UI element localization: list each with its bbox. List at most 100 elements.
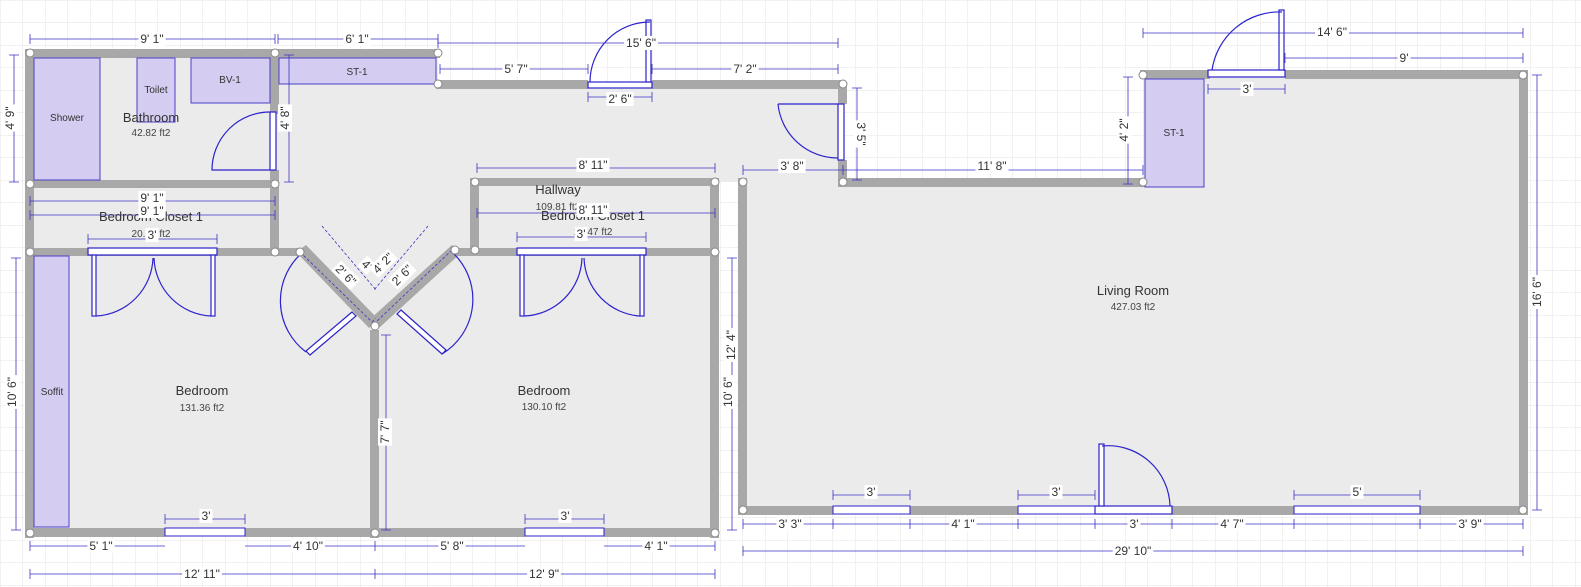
dimension-label: 7' 7" (378, 420, 392, 443)
corner-node[interactable] (25, 48, 35, 58)
corner-node[interactable] (470, 245, 480, 255)
wall (738, 178, 747, 515)
dimension-label: 3' (577, 227, 586, 241)
wall (470, 178, 719, 186)
dimension-label: 4' 8" (278, 106, 292, 129)
room-name-hallway: Hallway (535, 182, 581, 197)
window[interactable] (1017, 505, 1096, 515)
dimension-label: 4' 9" (3, 106, 17, 129)
room-name-living-room: Living Room (1097, 283, 1169, 298)
dimension-label: 3' 9" (1458, 517, 1481, 531)
dimension-label: 3' (561, 509, 570, 523)
corner-node[interactable] (710, 247, 720, 257)
wall (710, 178, 719, 538)
corner-node[interactable] (1138, 177, 1148, 187)
corner-node[interactable] (270, 179, 280, 189)
window[interactable] (164, 527, 246, 537)
toilet-label: Toilet (144, 85, 168, 96)
corner-node[interactable] (25, 179, 35, 189)
wall (604, 528, 719, 537)
wall (1420, 506, 1528, 515)
wall (275, 49, 440, 58)
dimension-label: 10' 6" (721, 377, 735, 407)
dimension-label: 8' 11" (578, 203, 607, 217)
dimension-label: 12' 4" (724, 330, 738, 360)
dimension-label: 4' 1" (644, 539, 667, 553)
dimension-label: 3' (202, 509, 211, 523)
dimension-label: 3' (1052, 485, 1061, 499)
wall (270, 49, 279, 114)
storage-hall-label: ST-1 (346, 67, 368, 78)
wall (652, 80, 843, 89)
door-leaf (269, 111, 277, 171)
door-leaf (1207, 69, 1286, 78)
corner-node[interactable] (710, 528, 720, 538)
dimension-label: 5' 1" (89, 539, 112, 553)
corner-node[interactable] (270, 48, 280, 58)
dimension-label: 29' 10" (1115, 544, 1152, 558)
wall (1519, 70, 1528, 515)
dimension-label: 15' 6" (626, 36, 656, 50)
door-frame (87, 247, 218, 256)
corner-node[interactable] (25, 247, 35, 257)
dimension-label: 4' 2" (1117, 118, 1131, 141)
corner-node[interactable] (370, 321, 380, 331)
room-name-bedroom-right: Bedroom (518, 383, 571, 398)
door-panel (1098, 443, 1105, 507)
door-frame (516, 247, 647, 256)
corner-node[interactable] (838, 79, 848, 89)
dimension-label: 4' 10" (293, 539, 323, 553)
dimension-label: 14' 6" (1317, 25, 1347, 39)
room-area-bedroom-right: 130.10 ft2 (522, 402, 567, 413)
storage-living-label: ST-1 (1163, 128, 1185, 139)
corner-node[interactable] (25, 528, 35, 538)
wall (1172, 506, 1294, 515)
wall (470, 178, 479, 256)
floors (30, 53, 1523, 533)
corner-node[interactable] (450, 245, 460, 255)
room-area-bedroom-left: 131.36 ft2 (180, 403, 225, 414)
wall (1285, 70, 1528, 79)
corner-node[interactable] (1518, 505, 1528, 515)
room-name-bathroom: Bathroom (123, 110, 179, 125)
dimension-label: 3' (1243, 82, 1252, 96)
room-name-bedroom-left: Bedroom (176, 383, 229, 398)
corner-node[interactable] (433, 79, 443, 89)
dimension-label: 5' (1353, 485, 1362, 499)
window[interactable] (1293, 505, 1421, 515)
door-leaf (587, 81, 653, 89)
floor-plan-canvas[interactable]: Shower Toilet BV-1 ST-1 ST-1 Soffit Bath… (0, 0, 1581, 587)
corner-node[interactable] (1518, 70, 1528, 80)
door-leaf (639, 254, 645, 317)
wall (25, 49, 280, 58)
dimension-label: 6' 1" (345, 32, 368, 46)
corner-node[interactable] (470, 177, 480, 187)
corner-node[interactable] (838, 177, 848, 187)
wall (738, 506, 833, 515)
wall (25, 528, 165, 537)
vanity-label: BV-1 (219, 75, 241, 86)
corner-node[interactable] (738, 177, 748, 187)
corner-node[interactable] (1138, 70, 1148, 80)
dimension-label: 4' 1" (951, 517, 974, 531)
corner-node[interactable] (433, 48, 443, 58)
soffit-label: Soffit (41, 387, 64, 398)
dimension-label: 10' 6" (5, 377, 19, 407)
wall (436, 80, 588, 89)
dimension-label: 3' (1130, 517, 1139, 531)
dimension-label: 11' 8" (977, 159, 1006, 173)
dimension-label: 9' (1400, 51, 1409, 65)
corner-node[interactable] (710, 177, 720, 187)
dimension-label: 12' 9" (529, 567, 559, 581)
room-area-living-room: 427.03 ft2 (1111, 302, 1156, 313)
wall (838, 178, 1145, 187)
window[interactable] (524, 527, 605, 537)
window[interactable] (832, 505, 911, 515)
corner-node[interactable] (270, 247, 280, 257)
corner-node[interactable] (295, 247, 305, 257)
corner-node[interactable] (370, 528, 380, 538)
dimension-label: 12' 11" (184, 567, 220, 581)
door-leaf (91, 254, 97, 317)
corner-node[interactable] (738, 505, 748, 515)
dimension-label: 8' 11" (578, 158, 607, 172)
